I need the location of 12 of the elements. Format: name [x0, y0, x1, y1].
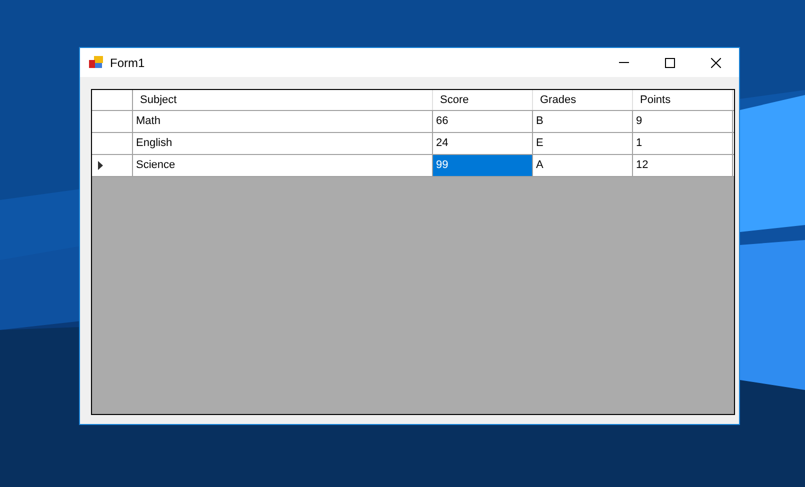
close-icon — [711, 58, 721, 68]
minimize-icon — [619, 62, 629, 63]
column-header[interactable]: Score — [433, 90, 533, 110]
column-header[interactable]: Points — [633, 90, 733, 110]
window-title: Form1 — [110, 54, 145, 72]
table-cell[interactable]: 99 — [433, 155, 533, 176]
column-header[interactable]: Subject — [133, 90, 433, 110]
maximize-icon — [665, 58, 675, 68]
table-cell[interactable]: A — [533, 155, 633, 176]
form-icon — [89, 56, 103, 69]
column-header[interactable]: Grades — [533, 90, 633, 110]
current-row-icon — [98, 161, 103, 170]
